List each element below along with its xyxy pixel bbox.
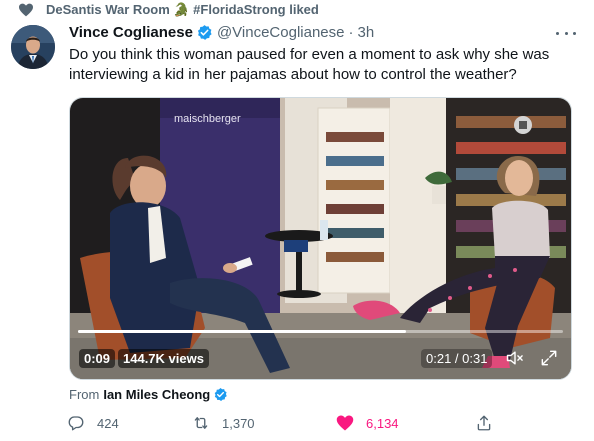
author-name[interactable]: Vince Coglianese (69, 24, 193, 41)
author-avatar[interactable] (11, 25, 55, 69)
backdrop-text: maischberger (174, 113, 241, 125)
reply-icon (68, 416, 84, 431)
from-label: From (69, 387, 100, 402)
video-progress-bar[interactable] (78, 330, 563, 333)
like-count: 6,134 (366, 415, 399, 431)
elapsed-time: 0:09 (79, 349, 116, 368)
fullscreen-icon[interactable] (539, 348, 559, 368)
media-source: From Ian Miles Cheong (69, 387, 228, 402)
reply-button[interactable]: 424 (67, 414, 119, 432)
like-button[interactable]: 6,134 (336, 414, 399, 432)
retweet-count: 1,370 (222, 415, 255, 431)
retweet-icon (194, 417, 208, 429)
share-icon (477, 415, 491, 431)
video-progress-fill (78, 330, 407, 333)
playback-time: 0:21 / 0:31 (421, 349, 493, 368)
share-button[interactable] (475, 414, 505, 432)
view-count: 144.7K views (118, 349, 209, 368)
video-frame: maischberger (70, 98, 571, 379)
mute-icon[interactable] (505, 348, 525, 368)
video-player[interactable]: maischberger 0:09 144.7K views 0:21 / 0:… (69, 97, 572, 380)
heart-icon (19, 3, 33, 17)
heart-filled-icon (336, 415, 354, 431)
social-context[interactable]: DeSantis War Room 🐊 #FloridaStrong liked (18, 1, 319, 19)
verified-badge-icon (197, 25, 212, 40)
more-options-icon[interactable] (556, 24, 576, 42)
reply-count: 424 (97, 415, 119, 431)
tweet-timestamp[interactable]: 3h (357, 24, 374, 41)
source-author-link[interactable]: Ian Miles Cheong (103, 387, 210, 402)
avatar-image (11, 25, 55, 69)
author-handle[interactable]: @VinceCoglianese (217, 24, 345, 41)
tweet-text: Do you think this woman paused for even … (69, 46, 550, 83)
meta-separator: · (348, 24, 354, 41)
tweet-header: Vince Coglianese @VinceCoglianese · 3h (69, 24, 374, 41)
tweet-actions: 424 1,370 6,134 (67, 414, 577, 436)
retweet-button[interactable]: 1,370 (192, 414, 255, 432)
verified-badge-icon (214, 387, 227, 401)
social-context-text: DeSantis War Room 🐊 #FloridaStrong liked (46, 2, 319, 17)
